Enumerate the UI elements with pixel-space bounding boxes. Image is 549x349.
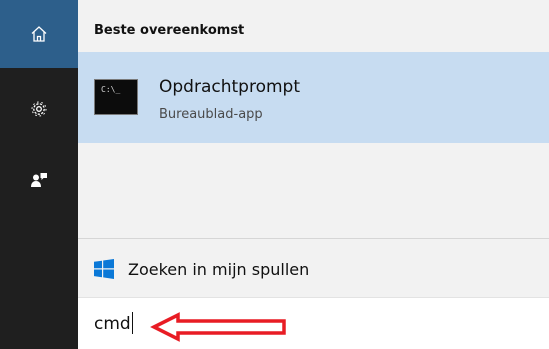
best-match-name: Opdrachtprompt bbox=[159, 77, 300, 97]
start-search-window: Beste overeenkomst C:\_ Opdrachtprompt B… bbox=[0, 0, 549, 349]
best-match-subtitle: Bureaublad-app bbox=[159, 107, 263, 122]
command-prompt-icon: C:\_ bbox=[94, 79, 138, 115]
best-match-result[interactable]: C:\_ Opdrachtprompt Bureaublad-app bbox=[78, 52, 549, 143]
sidebar bbox=[0, 0, 78, 349]
red-arrow-annotation bbox=[150, 312, 286, 342]
search-input-text: cmd bbox=[94, 314, 131, 334]
results-panel: Beste overeenkomst C:\_ Opdrachtprompt B… bbox=[78, 0, 549, 297]
command-prompt-icon-text: C:\_ bbox=[101, 85, 121, 94]
gear-icon bbox=[31, 101, 47, 117]
feedback-icon bbox=[31, 173, 47, 187]
section-title: Beste overeenkomst bbox=[94, 23, 245, 38]
search-box[interactable]: cmd bbox=[78, 297, 549, 349]
text-caret bbox=[132, 312, 133, 334]
sidebar-home-button[interactable] bbox=[0, 0, 78, 68]
home-icon bbox=[31, 26, 47, 42]
search-my-stuff-label: Zoeken in mijn spullen bbox=[128, 260, 310, 279]
search-my-stuff-button[interactable]: Zoeken in mijn spullen bbox=[78, 248, 549, 292]
sidebar-feedback-button[interactable] bbox=[0, 146, 78, 214]
windows-logo-icon bbox=[94, 259, 114, 279]
divider bbox=[78, 238, 549, 239]
sidebar-settings-button[interactable] bbox=[0, 75, 78, 143]
